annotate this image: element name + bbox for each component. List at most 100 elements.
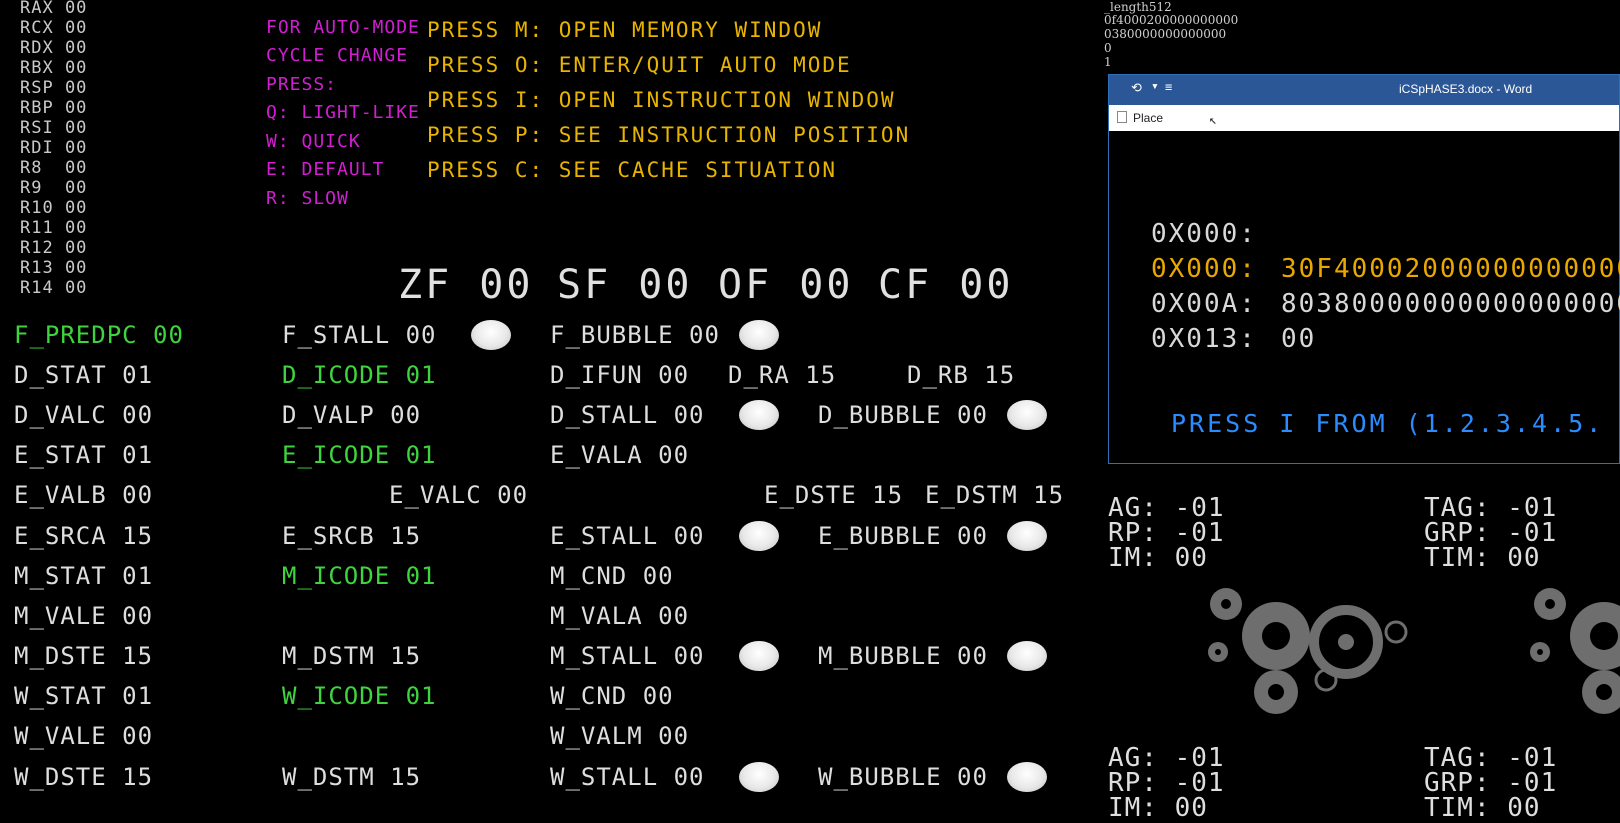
instruction-prompt: PRESS I FROM (1.2.3.4.5. (1171, 409, 1605, 438)
flag-of: OF 00 (718, 262, 854, 308)
help-line: CYCLE CHANGE (266, 45, 409, 66)
help-line: E: DEFAULT (266, 159, 385, 180)
m-cnd: M_CND 00 (550, 562, 674, 590)
d-bubble-indicator (1007, 400, 1047, 430)
register-r11: R11 00 (20, 218, 88, 238)
memory-value: 30F40002000000000000 (1281, 254, 1620, 284)
w-stall: W_STALL 00 (550, 763, 705, 791)
console-line: _length512 (1104, 0, 1172, 14)
m-vale: M_VALE 00 (14, 602, 154, 630)
customize-toolbar-icon[interactable]: ≡ (1165, 80, 1172, 94)
m-stall-indicator (739, 641, 779, 671)
cursor-icon: ↖ (1209, 113, 1217, 128)
w-icode: W_ICODE 01 (282, 682, 437, 710)
d-valp: D_VALP 00 (282, 401, 422, 429)
e-srcb: E_SRCB 15 (282, 522, 422, 550)
w-stall-indicator (739, 762, 779, 792)
f-bubble-indicator (739, 320, 779, 350)
register-r9: R9 00 (20, 178, 88, 198)
register-rsp: RSP 00 (20, 78, 88, 98)
flag-zf: ZF 00 (398, 262, 534, 308)
register-r12: R12 00 (20, 238, 88, 258)
document-icon (1117, 111, 1127, 123)
help-line: FOR AUTO-MODE (266, 17, 420, 38)
d-stat: D_STAT 01 (14, 361, 154, 389)
d-rb: D_RB 15 (907, 361, 1016, 389)
register-r10: R10 00 (20, 198, 88, 218)
help-line: Q: LIGHT-LIKE (266, 102, 420, 123)
help-line: W: QUICK (266, 131, 361, 152)
register-rbp: RBP 00 (20, 98, 88, 118)
register-r14: R14 00 (20, 278, 88, 298)
f-predpc: F_PREDPC 00 (14, 321, 184, 349)
w-dstm: W_DSTM 15 (282, 763, 422, 791)
cache-tim: TIM: 00 (1424, 793, 1541, 823)
memory-address: 0X013: (1151, 324, 1257, 354)
d-valc: D_VALC 00 (14, 401, 154, 429)
e-stall: E_STALL 00 (550, 522, 705, 550)
register-rax: RAX 00 (20, 0, 88, 18)
console-line: 0380000000000000 (1104, 27, 1227, 41)
e-valb: E_VALB 00 (14, 481, 154, 509)
ribbon: Place ↖ (1109, 105, 1619, 131)
d-stall-indicator (739, 400, 779, 430)
e-bubble-indicator (1007, 521, 1047, 551)
m-dstm: M_DSTM 15 (282, 642, 422, 670)
m-dste: M_DSTE 15 (14, 642, 154, 670)
e-vala: E_VALA 00 (550, 441, 690, 469)
register-r13: R13 00 (20, 258, 88, 278)
flag-cf: CF 00 (878, 262, 1014, 308)
flag-sf: SF 00 (557, 262, 693, 308)
gears-icon (1208, 588, 1408, 714)
w-stat: W_STAT 01 (14, 682, 154, 710)
key-help-line: PRESS C: SEE CACHE SITUATION (427, 158, 838, 182)
register-rdx: RDX 00 (20, 38, 88, 58)
e-valc: E_VALC 00 (389, 481, 529, 509)
d-icode: D_ICODE 01 (282, 361, 437, 389)
register-rcx: RCX 00 (20, 18, 88, 38)
w-vale: W_VALE 00 (14, 722, 154, 750)
memory-window[interactable]: ⟲ ▾ ≡ iCSpHASE3.docx - Word Place ↖ 0X00… (1108, 74, 1620, 464)
f-bubble: F_BUBBLE 00 (550, 321, 720, 349)
m-vala: M_VALA 00 (550, 602, 690, 630)
m-bubble-indicator (1007, 641, 1047, 671)
key-help-line: PRESS I: OPEN INSTRUCTION WINDOW (427, 88, 896, 112)
w-bubble-indicator (1007, 762, 1047, 792)
memory-address: 0X000: (1151, 254, 1257, 284)
register-rsi: RSI 00 (20, 118, 88, 138)
e-stall-indicator (739, 521, 779, 551)
chevron-down-icon[interactable]: ▾ (1151, 79, 1159, 94)
help-line: R: SLOW (266, 188, 349, 209)
w-valm: W_VALM 00 (550, 722, 690, 750)
m-stall: M_STALL 00 (550, 642, 705, 670)
e-dste: E_DSTE 15 (764, 481, 904, 509)
memory-value: 80380000000000000000 (1281, 289, 1620, 319)
ribbon-label: Place (1133, 111, 1164, 125)
register-r8: R8 00 (20, 158, 88, 178)
cache-tim: IM: 00 (1108, 793, 1208, 823)
console-line: 0 (1104, 41, 1112, 55)
help-line: PRESS: (266, 74, 338, 95)
e-stat: E_STAT 01 (14, 441, 154, 469)
save-icon[interactable]: ⟲ (1131, 81, 1142, 96)
gears-icon (1530, 588, 1620, 714)
d-bubble: D_BUBBLE 00 (818, 401, 988, 429)
key-help-line: PRESS M: OPEN MEMORY WINDOW (427, 18, 823, 42)
console-line: 1 (1104, 55, 1112, 69)
cache-tim: TIM: 00 (1424, 543, 1541, 573)
register-rdi: RDI 00 (20, 138, 88, 158)
e-bubble: E_BUBBLE 00 (818, 522, 988, 550)
cache-tim: IM: 00 (1108, 543, 1208, 573)
w-bubble: W_BUBBLE 00 (818, 763, 988, 791)
d-stall: D_STALL 00 (550, 401, 705, 429)
d-ifun: D_IFUN 00 (550, 361, 690, 389)
w-cnd: W_CND 00 (550, 682, 674, 710)
register-rbx: RBX 00 (20, 58, 88, 78)
memory-value: 00 (1281, 324, 1317, 354)
e-srca: E_SRCA 15 (14, 522, 154, 550)
memory-address: 0X000: (1151, 219, 1257, 249)
window-title: iCSpHASE3.docx - Word (1399, 82, 1533, 96)
m-icode: M_ICODE 01 (282, 562, 437, 590)
e-icode: E_ICODE 01 (282, 441, 437, 469)
window-titlebar[interactable]: ⟲ ▾ ≡ iCSpHASE3.docx - Word (1109, 75, 1619, 105)
